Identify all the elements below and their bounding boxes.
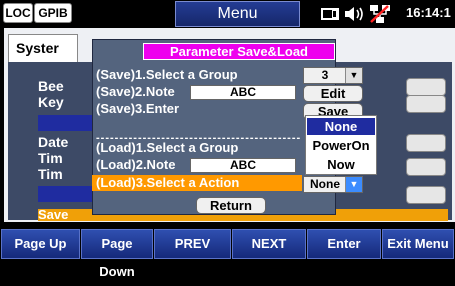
dialog-title: Parameter Save&Load [143,43,335,60]
setting-button[interactable] [406,95,446,113]
load-action-dropdown[interactable]: None ▼ [303,176,363,193]
display-icon [320,7,340,21]
speaker-icon [343,6,365,22]
prev-softkey[interactable]: PREV [154,229,231,259]
option-poweron[interactable]: PowerOn [307,137,375,154]
clock: 16:14:1 [406,5,451,20]
timer-label: Tim [38,166,63,182]
tab-system[interactable]: Syster [8,34,78,62]
load-select-action-row[interactable]: (Load)3.Select a Action [92,175,302,191]
save-enter-row[interactable]: (Save)3.Enter [92,101,302,117]
save-load-label: Save [38,207,69,222]
setting-button[interactable] [406,134,446,152]
page-down-softkey[interactable]: Page Down [81,229,153,279]
load-select-group-row[interactable]: (Load)1.Select a Group [92,140,302,156]
edit-button[interactable]: Edit [303,85,363,102]
settings-highlight-bar [38,115,98,131]
chevron-down-icon: ▼ [345,177,362,192]
enter-softkey[interactable]: Enter [307,229,381,259]
gpib-badge: GPIB [34,3,72,23]
load-action-value: None [310,177,340,191]
save-group-value: 3 [321,68,329,82]
save-select-group-row[interactable]: (Save)1.Select a Group [92,67,302,83]
time-label: Tim [38,150,63,166]
option-none[interactable]: None [307,118,375,135]
network-icon [368,4,404,24]
save-group-dropdown[interactable]: 3 ▼ [303,67,363,84]
setting-button[interactable] [406,78,446,96]
next-softkey[interactable]: NEXT [232,229,306,259]
chevron-down-icon: ▼ [345,68,362,83]
loc-badge: LOC [3,3,33,23]
date-label: Date [38,134,69,150]
key-label: Key [38,94,64,110]
setting-button[interactable] [406,186,446,204]
return-button[interactable]: Return [196,197,266,214]
option-now[interactable]: Now [307,156,375,173]
settings-highlight-bar [38,186,98,202]
save-note-field[interactable]: ABC [190,85,296,100]
setting-button[interactable] [406,158,446,176]
action-options-list: None PowerOn Now [305,115,377,175]
beep-label: Bee [38,78,64,94]
load-note-field[interactable]: ABC [190,158,296,173]
menu-title: Menu [175,1,300,27]
exit-menu-softkey[interactable]: Exit Menu [382,229,454,259]
page-up-softkey[interactable]: Page Up [1,229,80,259]
